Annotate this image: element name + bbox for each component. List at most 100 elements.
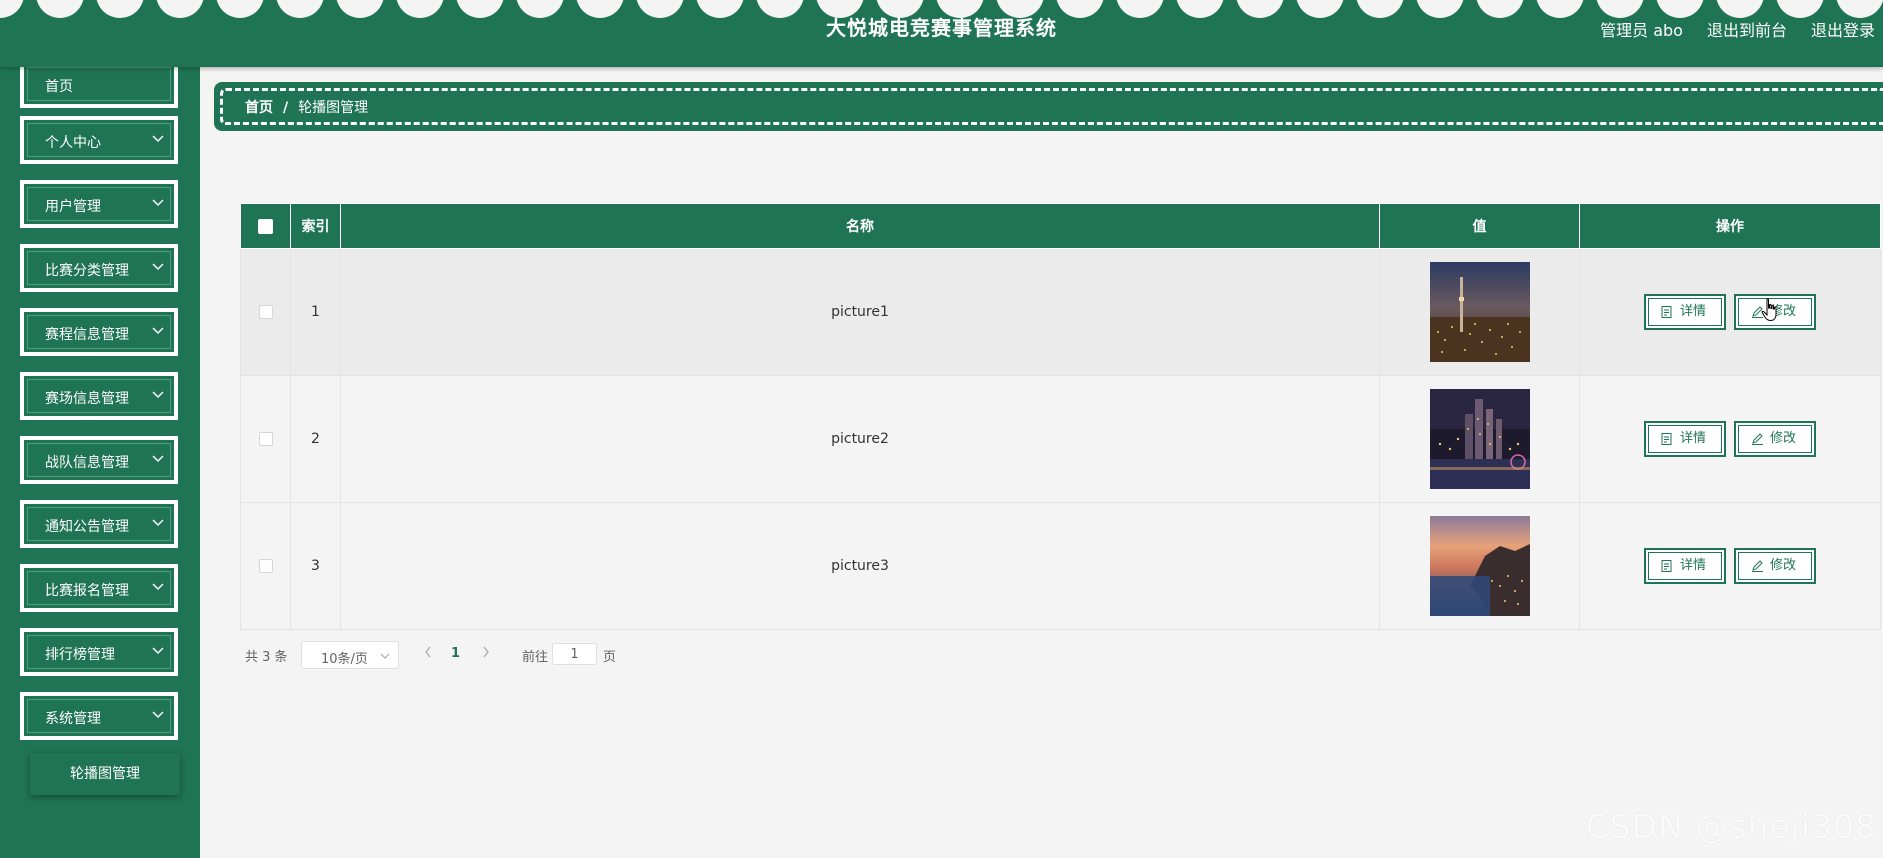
row-checkbox[interactable] [258, 305, 273, 319]
watermark: CSDN @sheji308 [1585, 807, 1877, 846]
row-name: picture3 [340, 502, 1380, 630]
breadcrumb: 首页 / 轮播图管理 [214, 82, 1883, 131]
row-image-cell [1379, 375, 1580, 503]
detail-button[interactable]: 详情 [1644, 421, 1726, 457]
sidebar-item-registration[interactable]: 比赛报名管理 [20, 564, 178, 612]
sidebar-item-leaderboard[interactable]: 排行榜管理 [20, 628, 178, 676]
sidebar-item-team[interactable]: 战队信息管理 [20, 436, 178, 484]
row-index: 1 [290, 248, 341, 376]
column-header-index: 索引 [290, 203, 341, 249]
coastal-cliff-sunset-image[interactable] [1429, 516, 1530, 616]
sidebar-item-match-category[interactable]: 比赛分类管理 [20, 244, 178, 292]
chevron-down-icon [152, 647, 164, 655]
document-icon [1661, 306, 1672, 318]
column-header-actions: 操作 [1579, 203, 1881, 249]
sidebar-item-users[interactable]: 用户管理 [20, 180, 178, 228]
row-index: 2 [290, 375, 341, 503]
sidebar-item-label: 首页 [45, 79, 73, 95]
chevron-down-icon [152, 199, 164, 207]
row-index: 3 [290, 502, 341, 630]
row-actions: 详情 修改 [1579, 502, 1881, 630]
chevron-down-icon [152, 711, 164, 719]
sidebar-item-venue[interactable]: 赛场信息管理 [20, 372, 178, 420]
sidebar-item-schedule[interactable]: 赛程信息管理 [20, 308, 178, 356]
sidebar-item-home[interactable]: 首页 [20, 60, 178, 108]
row-name: picture2 [340, 375, 1380, 503]
sidebar-subitem-carousel[interactable]: 轮播图管理 [30, 753, 180, 795]
breadcrumb-separator: / [283, 100, 289, 116]
page-number-current[interactable]: 1 [451, 646, 460, 661]
document-icon [1661, 433, 1672, 445]
breadcrumb-current: 轮播图管理 [298, 100, 369, 116]
row-name: picture1 [340, 248, 1380, 376]
goto-label: 前往 [522, 650, 549, 665]
edit-button-label: 修改 [1770, 558, 1797, 573]
page-size-value: 10条/页 [321, 652, 368, 667]
total-count: 共 3 条 [245, 650, 288, 665]
header-select-all [240, 203, 291, 249]
row-actions: 详情 修改 [1579, 248, 1881, 376]
admin-user-label[interactable]: 管理员 abo [1600, 17, 1683, 41]
detail-button[interactable]: 详情 [1644, 294, 1726, 330]
table-row: 3 picture3 详情 修改 [240, 502, 1881, 630]
sidebar-item-personal-center[interactable]: 个人中心 [20, 116, 178, 164]
table-row: 2 picture2 详情 修改 [240, 375, 1881, 503]
breadcrumb-border [220, 88, 1883, 125]
detail-button-label: 详情 [1680, 304, 1707, 319]
goto-page-input[interactable] [552, 643, 597, 665]
column-header-value: 值 [1379, 203, 1580, 249]
row-checkbox[interactable] [258, 559, 273, 573]
edit-button-label: 修改 [1770, 431, 1797, 446]
table-row: 1 picture1 详情 修改 [240, 248, 1881, 376]
row-checkbox[interactable] [258, 432, 273, 446]
carousel-table: 索引 名称 值 操作 1 picture1 详情 修改 2 picture2 详… [240, 203, 1881, 630]
row-actions: 详情 修改 [1579, 375, 1881, 503]
chevron-down-icon [152, 391, 164, 399]
edit-pen-icon [1752, 433, 1763, 445]
edit-pen-icon [1752, 560, 1763, 572]
chevron-down-icon [152, 135, 164, 143]
chevron-down-icon [152, 455, 164, 463]
sidebar-item-label: 赛程信息管理 [45, 327, 129, 343]
detail-button[interactable]: 详情 [1644, 548, 1726, 584]
chevron-down-icon [152, 327, 164, 335]
sidebar-item-label: 战队信息管理 [45, 455, 129, 471]
table-header-row: 索引 名称 值 操作 [240, 203, 1881, 249]
sidebar-item-label: 比赛报名管理 [45, 583, 129, 599]
next-page-icon[interactable] [481, 644, 491, 660]
top-nav: 管理员 abo 退出到前台 退出登录 [1600, 17, 1875, 41]
city-night-tower-image[interactable] [1429, 262, 1530, 362]
logout-link[interactable]: 退出登录 [1811, 17, 1875, 41]
edit-button[interactable]: 修改 [1734, 548, 1816, 584]
detail-button-label: 详情 [1680, 558, 1707, 573]
hand-pointer-icon [1761, 298, 1777, 322]
sidebar-item-notice[interactable]: 通知公告管理 [20, 500, 178, 548]
top-header: 大悦城电竞赛事管理系统 管理员 abo 退出到前台 退出登录 [0, 0, 1883, 67]
sidebar: 首页 个人中心 用户管理 比赛分类管理 赛程信息管理 赛场信息管理 战队信息管理… [0, 60, 200, 858]
row-image-cell [1379, 248, 1580, 376]
sidebar-item-label: 个人中心 [45, 135, 101, 151]
page-suffix: 页 [603, 650, 617, 665]
chevron-down-icon [152, 263, 164, 271]
column-header-name: 名称 [340, 203, 1380, 249]
sidebar-item-label: 通知公告管理 [45, 519, 129, 535]
sidebar-item-label: 用户管理 [45, 199, 101, 215]
city-harbor-night-image[interactable] [1429, 389, 1530, 489]
sidebar-item-label: 比赛分类管理 [45, 263, 129, 279]
sidebar-item-label: 赛场信息管理 [45, 391, 129, 407]
row-image-cell [1379, 502, 1580, 630]
chevron-down-icon [152, 583, 164, 591]
sidebar-item-label: 系统管理 [45, 711, 101, 727]
select-all-checkbox[interactable] [258, 218, 273, 234]
sidebar-item-label: 排行榜管理 [45, 647, 115, 663]
prev-page-icon[interactable] [423, 644, 433, 660]
chevron-down-icon [380, 653, 390, 659]
edit-button[interactable]: 修改 [1734, 421, 1816, 457]
breadcrumb-home-link[interactable]: 首页 [245, 100, 273, 116]
sidebar-item-system[interactable]: 系统管理 [20, 692, 178, 740]
document-icon [1661, 560, 1672, 572]
page-size-select[interactable]: 10条/页 [301, 641, 399, 669]
detail-button-label: 详情 [1680, 431, 1707, 446]
chevron-down-icon [152, 519, 164, 527]
exit-to-front-link[interactable]: 退出到前台 [1707, 17, 1787, 41]
